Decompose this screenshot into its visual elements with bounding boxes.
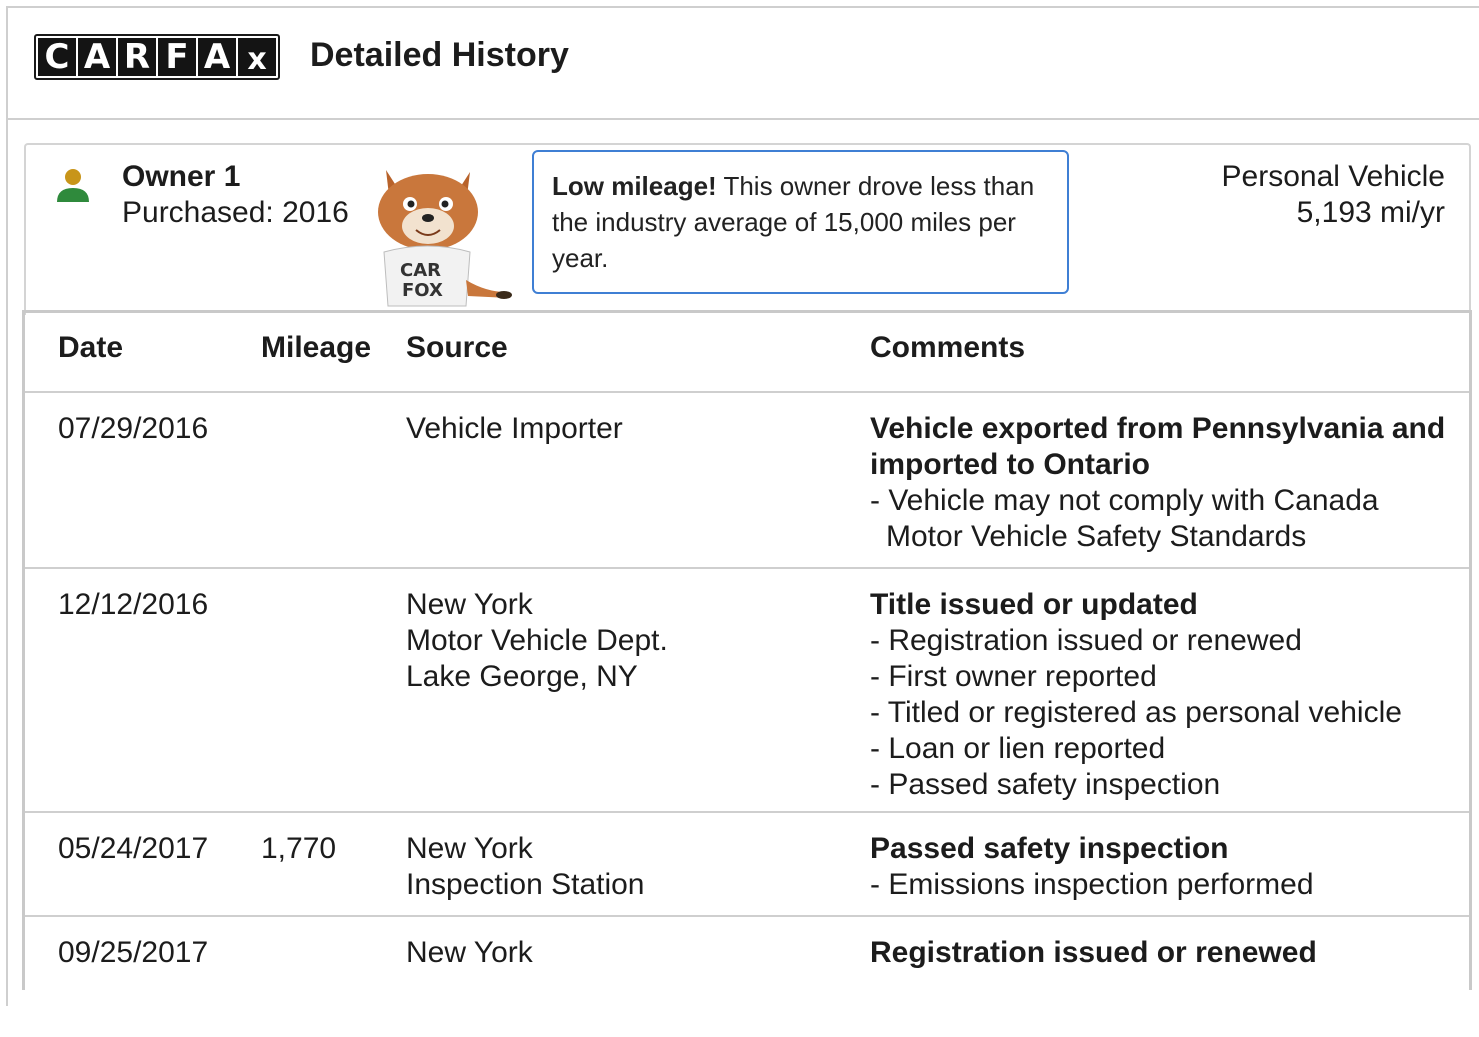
row-comments: Vehicle exported from Pennsylvania and i…	[870, 411, 1460, 555]
miles-per-year: 5,193 mi/yr	[1296, 196, 1445, 229]
table-row: 07/29/2016 Vehicle Importer Vehicle expo…	[25, 393, 1469, 569]
table-header: Date Mileage Source Comments	[25, 313, 1469, 393]
row-source: New York Inspection Station	[406, 831, 645, 903]
header-source: Source	[406, 331, 508, 364]
callout-bold: Low mileage!	[552, 171, 717, 201]
low-mileage-callout: Low mileage! This owner drove less than …	[532, 150, 1069, 294]
row-date: 09/25/2017	[58, 936, 209, 969]
comment-heading: Title issued or updated	[870, 588, 1198, 621]
owner-name: Owner 1	[122, 160, 241, 193]
svg-text:FOX: FOX	[402, 280, 443, 301]
table-row: 12/12/2016 New York Motor Vehicle Dept. …	[25, 569, 1469, 813]
comment-heading: Passed safety inspection	[870, 832, 1229, 865]
source-line: Motor Vehicle Dept.	[406, 624, 668, 657]
logo-letter: A	[198, 38, 236, 76]
row-comments: Registration issued or renewed	[870, 935, 1460, 971]
row-source: New York	[406, 935, 533, 971]
vehicle-type: Personal Vehicle	[1221, 160, 1445, 193]
person-icon	[57, 169, 89, 202]
row-comments: Passed safety inspection - Emissions ins…	[870, 831, 1460, 903]
page-title: Detailed History	[310, 36, 569, 74]
source-line: Lake George, NY	[406, 660, 638, 693]
row-date: 12/12/2016	[58, 588, 209, 621]
logo-letter: x	[238, 38, 276, 77]
comment-item: - Registration issued or renewed	[870, 624, 1302, 657]
row-comments: Title issued or updated - Registration i…	[870, 587, 1460, 803]
comment-item: - First owner reported	[870, 660, 1157, 693]
source-line: New York	[406, 588, 533, 621]
logo-letter: C	[38, 38, 76, 76]
source-line: Vehicle Importer	[406, 412, 623, 445]
table-row: 09/25/2017 New York Registration issued …	[25, 917, 1469, 1037]
logo-letter: F	[158, 38, 196, 76]
source-line: New York	[406, 832, 533, 865]
comment-item: - Loan or lien reported	[870, 732, 1166, 765]
header-date: Date	[58, 331, 124, 364]
history-table: Date Mileage Source Comments 07/29/2016 …	[22, 310, 1472, 990]
comment-item: - Titled or registered as personal vehic…	[870, 696, 1402, 729]
logo-letter: R	[118, 38, 156, 76]
comment-item: - Emissions inspection performed	[870, 868, 1314, 901]
logo-letter: A	[78, 38, 116, 76]
header-mileage: Mileage	[261, 331, 372, 364]
source-line: Inspection Station	[406, 868, 645, 901]
comment-item: - Vehicle may not comply with Canada Mot…	[870, 484, 1379, 553]
comment-heading: Registration issued or renewed	[870, 936, 1317, 969]
row-date: 07/29/2016	[58, 412, 209, 445]
row-date: 05/24/2017	[58, 832, 209, 865]
table-row: 05/24/2017 1,770 New York Inspection Sta…	[25, 813, 1469, 917]
row-source: Vehicle Importer	[406, 411, 623, 447]
carfax-fox-mascot-icon: CAR FOX	[378, 170, 512, 307]
header-comments: Comments	[870, 331, 1026, 364]
owner-purchased: Purchased: 2016	[122, 196, 349, 229]
comment-item: - Passed safety inspection	[870, 768, 1221, 801]
svg-text:CAR: CAR	[400, 260, 441, 281]
row-mileage: 1,770	[261, 832, 337, 865]
carfax-logo: C A R F A x	[34, 34, 280, 80]
row-source: New York Motor Vehicle Dept. Lake George…	[406, 587, 668, 695]
source-line: New York	[406, 936, 533, 969]
comment-heading: Vehicle exported from Pennsylvania and i…	[870, 412, 1446, 481]
